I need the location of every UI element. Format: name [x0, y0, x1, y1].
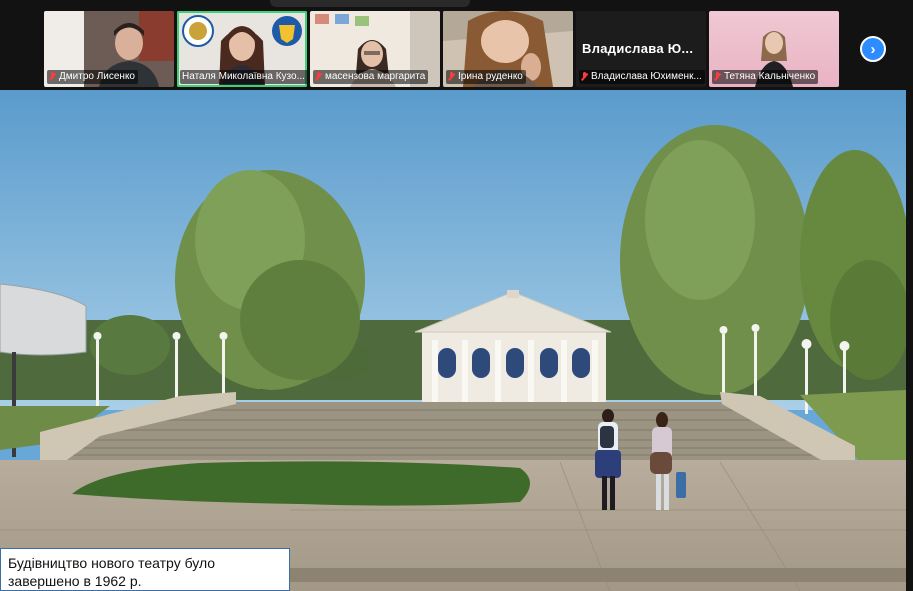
participant-display-name: Владислава Ю... [582, 41, 694, 56]
participant-name-label: Владислава Юхименк... [579, 70, 705, 84]
participant-tile[interactable]: масензова маргарита [310, 11, 440, 87]
muted-mic-icon [448, 72, 455, 82]
caption-line: Будівництво нового театру було [8, 555, 216, 571]
muted-mic-icon [315, 72, 322, 82]
participant-name-label: Дмитро Лисенко [47, 70, 138, 84]
participant-strip-bar: Дмитро Лисенко Наталя Миколаївна Кузо... [0, 0, 913, 92]
window-notch [270, 0, 470, 7]
participant-name-label: Наталя Миколаївна Кузо... [180, 70, 307, 84]
theatre-photo [0, 90, 906, 591]
participant-name-label: Тетяна Кальніченко [712, 70, 819, 84]
participant-name-label: масензова маргарита [313, 70, 429, 84]
muted-mic-icon [714, 72, 721, 82]
participant-tile[interactable]: Владислава Ю... Владислава Юхименк... [576, 11, 706, 87]
participant-strip: Дмитро Лисенко Наталя Миколаївна Кузо... [44, 11, 839, 89]
muted-mic-icon [49, 72, 56, 82]
muted-mic-icon [581, 72, 588, 82]
participant-tile-active-speaker[interactable]: Наталя Миколаївна Кузо... [177, 11, 307, 87]
participant-tile[interactable]: Дмитро Лисенко [44, 11, 174, 87]
chevron-right-icon[interactable]: › [860, 36, 886, 62]
shared-screen [0, 90, 906, 591]
slide-caption: Будівництво нового театру було завершено… [0, 548, 290, 591]
participant-name-label: Ірина руденко [446, 70, 526, 84]
participant-tile[interactable]: Ірина руденко [443, 11, 573, 87]
window-edge [906, 90, 913, 591]
caption-line: завершено в 1962 р. [8, 573, 142, 589]
participant-tile[interactable]: Тетяна Кальніченко [709, 11, 839, 87]
